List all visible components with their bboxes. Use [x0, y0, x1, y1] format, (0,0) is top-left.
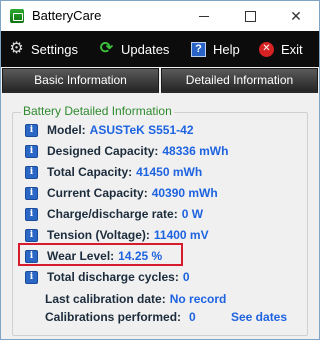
toolbar: ⚙ Settings ⟳ Updates ? Help ✕ Exit [1, 31, 319, 67]
detail-row-current-capacity: i Current Capacity: 40390 mWh [25, 184, 218, 202]
title-bar: BatteryCare ✕ [1, 1, 319, 31]
detail-row-voltage: i Tension (Voltage): 11400 mV [25, 226, 209, 244]
detail-value: 0 [182, 270, 190, 284]
detail-value: 48336 mWh [162, 144, 229, 158]
settings-label: Settings [31, 41, 78, 57]
window-title: BatteryCare [32, 8, 102, 23]
detail-label: Wear Level: [47, 249, 115, 263]
detail-row-model: i Model: ASUSTeK S551-42 [25, 121, 194, 139]
tab-strip: Basic Information Detailed Information [1, 68, 319, 93]
group-title: Battery Detailed Information [21, 104, 174, 118]
help-label: Help [213, 41, 240, 57]
exit-label: Exit [281, 41, 303, 57]
info-icon: i [25, 165, 38, 179]
close-icon: ✕ [290, 7, 302, 24]
maximize-icon [244, 10, 256, 22]
close-button[interactable]: ✕ [273, 1, 319, 31]
detail-value: 14.25 % [118, 249, 163, 263]
battery-app-icon [10, 9, 24, 23]
minimize-icon [199, 15, 209, 17]
detail-label: Current Capacity: [47, 186, 148, 200]
detail-label: Last calibration date: [45, 292, 166, 306]
detail-row-last-calibration: Last calibration date: No record [45, 290, 226, 308]
detail-label: Charge/discharge rate: [47, 207, 178, 221]
info-icon: i [25, 123, 38, 137]
detail-label: Tension (Voltage): [47, 228, 150, 242]
detail-label: Total discharge cycles: [47, 270, 179, 284]
detail-label: Model: [47, 123, 86, 137]
exit-button[interactable]: ✕ Exit [259, 31, 303, 67]
info-icon: i [25, 228, 38, 242]
detail-value: 0 W [181, 207, 204, 221]
detail-row-designed-capacity: i Designed Capacity: 48336 mWh [25, 142, 228, 160]
info-icon: i [25, 144, 38, 158]
detail-value: ASUSTeK S551-42 [89, 123, 194, 137]
detail-row-total-capacity: i Total Capacity: 41450 mWh [25, 163, 202, 181]
minimize-button[interactable] [181, 1, 227, 31]
detail-value: No record [169, 292, 227, 306]
info-icon: i [25, 186, 38, 200]
detail-label: Designed Capacity: [47, 144, 159, 158]
exit-icon: ✕ [259, 41, 274, 57]
help-button[interactable]: ? Help [191, 31, 240, 67]
detail-label: Calibrations performed: [45, 310, 182, 324]
tab-basic-information[interactable]: Basic Information [2, 68, 159, 93]
detail-row-charge-rate: i Charge/discharge rate: 0 W [25, 205, 203, 223]
detail-row-wear-level: i Wear Level: 14.25 % [25, 247, 162, 265]
updates-label: Updates [121, 41, 170, 57]
settings-button[interactable]: ⚙ Settings [9, 31, 78, 67]
see-dates-link[interactable]: See dates [231, 310, 287, 324]
detail-value: 11400 mV [153, 228, 209, 242]
gear-icon: ⚙ [9, 40, 24, 57]
detail-value: 0 [189, 310, 196, 324]
tab-detailed-information[interactable]: Detailed Information [161, 68, 318, 93]
detail-label: Total Capacity: [47, 165, 133, 179]
maximize-button[interactable] [227, 1, 273, 31]
detail-value: 41450 mWh [136, 165, 203, 179]
info-icon: i [25, 249, 38, 263]
help-icon: ? [191, 41, 206, 57]
app-window: BatteryCare ✕ ⚙ Settings ⟳ Updates ? Hel… [0, 0, 320, 340]
updates-button[interactable]: ⟳ Updates [99, 31, 170, 67]
info-icon: i [25, 270, 38, 284]
detail-value: 40390 mWh [151, 186, 218, 200]
detail-row-calibrations-performed: Calibrations performed: 0 [45, 308, 196, 326]
refresh-icon: ⟳ [99, 40, 114, 57]
detail-row-discharge-cycles: i Total discharge cycles: 0 [25, 268, 190, 286]
info-icon: i [25, 207, 38, 221]
